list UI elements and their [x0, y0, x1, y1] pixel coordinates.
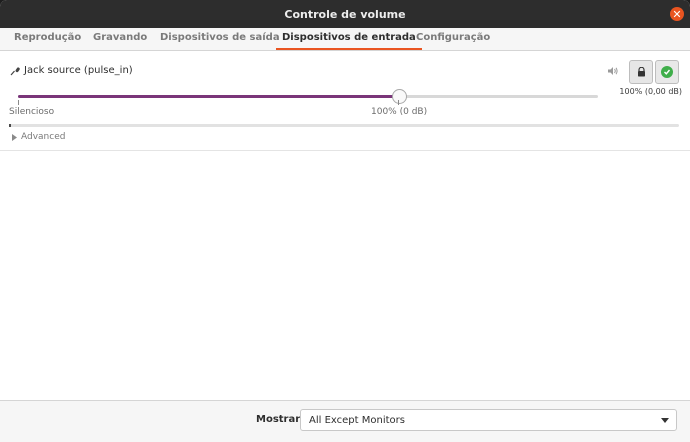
- show-filter-select[interactable]: All Except Monitors: [300, 409, 677, 431]
- lock-channels-button[interactable]: [629, 60, 653, 84]
- expander-arrow-icon: [12, 133, 17, 141]
- volume-readout: 100% (0,00 dB): [619, 87, 682, 96]
- advanced-label: Advanced: [21, 132, 66, 142]
- speaker-icon: [608, 67, 618, 75]
- show-label: Mostrar:: [256, 414, 305, 425]
- check-icon: [661, 66, 673, 78]
- footer: Mostrar: All Except Monitors: [0, 400, 690, 442]
- titlebar: Controle de volume ✕: [0, 0, 690, 28]
- peak-level-meter: [9, 124, 679, 127]
- lock-icon: [637, 67, 645, 77]
- advanced-expander[interactable]: Advanced: [12, 132, 65, 142]
- slider-label-100: 100% (0 dB): [371, 107, 428, 117]
- microphone-icon: [10, 66, 20, 75]
- peak-level-fill: [9, 124, 11, 127]
- device-divider: [0, 150, 690, 151]
- tab-gravando[interactable]: Gravando: [93, 28, 147, 50]
- device-header: Jack source (pulse_in): [10, 65, 133, 76]
- dropdown-arrow-icon: [661, 418, 669, 423]
- close-icon: ✕: [672, 7, 682, 21]
- show-filter-value: All Except Monitors: [309, 414, 405, 426]
- volume-slider-fill: [18, 95, 398, 98]
- volume-control-window: Controle de volume ✕ Reprodução Gravando…: [0, 0, 690, 442]
- tab-reproducao[interactable]: Reprodução: [14, 28, 81, 50]
- set-default-button[interactable]: [655, 60, 679, 84]
- tab-dispositivos-saida[interactable]: Dispositivos de saída: [160, 28, 280, 50]
- slider-tick-min: [18, 100, 19, 105]
- window-title: Controle de volume: [284, 7, 406, 21]
- close-button[interactable]: ✕: [670, 7, 684, 21]
- tab-bar: Reprodução Gravando Dispositivos de saíd…: [0, 28, 690, 51]
- slider-label-silent: Silencioso: [9, 107, 55, 117]
- slider-tick-100: [398, 100, 399, 105]
- device-name: Jack source (pulse_in): [24, 65, 133, 76]
- input-devices-panel: Jack source (pulse_in) 100% (0,00 dB) Si…: [0, 51, 690, 399]
- tab-configuracao[interactable]: Configuração: [416, 28, 490, 50]
- tab-dispositivos-entrada[interactable]: Dispositivos de entrada: [276, 28, 422, 50]
- volume-slider-handle[interactable]: [392, 89, 407, 104]
- volume-slider-track[interactable]: [18, 95, 598, 98]
